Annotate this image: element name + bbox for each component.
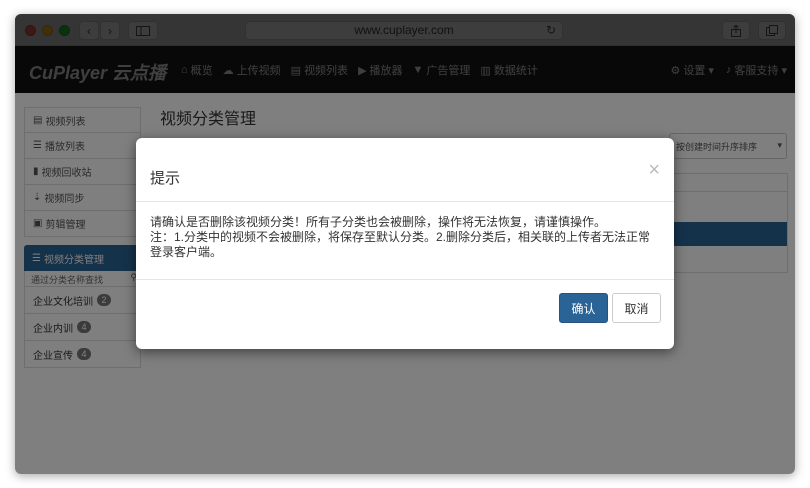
dialog-title: 提示 — [150, 170, 181, 187]
confirm-dialog: 提示 × 请确认是否删除该视频分类！所有子分类也会被删除，操作将无法恢复，请谨慎… — [136, 138, 674, 349]
dialog-body: 请确认是否删除该视频分类！所有子分类也会被删除，操作将无法恢复，请谨慎操作。 注… — [136, 202, 674, 280]
dialog-note: 注：1.分类中的视频不会被删除，将保存至默认分类。2.删除分类后，相关联的上传者… — [150, 230, 651, 259]
confirm-button[interactable]: 确认 — [559, 293, 608, 323]
close-icon[interactable]: × — [648, 160, 660, 180]
modal-backdrop-top[interactable] — [15, 14, 795, 93]
dialog-header: 提示 × — [136, 138, 674, 202]
cancel-button[interactable]: 取消 — [612, 293, 661, 323]
browser-window: ‹ › www.cuplayer.com ↻ CuPlayer 云点播 ⌂概览 … — [15, 14, 795, 474]
dialog-message: 请确认是否删除该视频分类！所有子分类也会被删除，操作将无法恢复，请谨慎操作。 — [150, 215, 607, 229]
dialog-footer: 确认 取消 — [136, 280, 674, 349]
